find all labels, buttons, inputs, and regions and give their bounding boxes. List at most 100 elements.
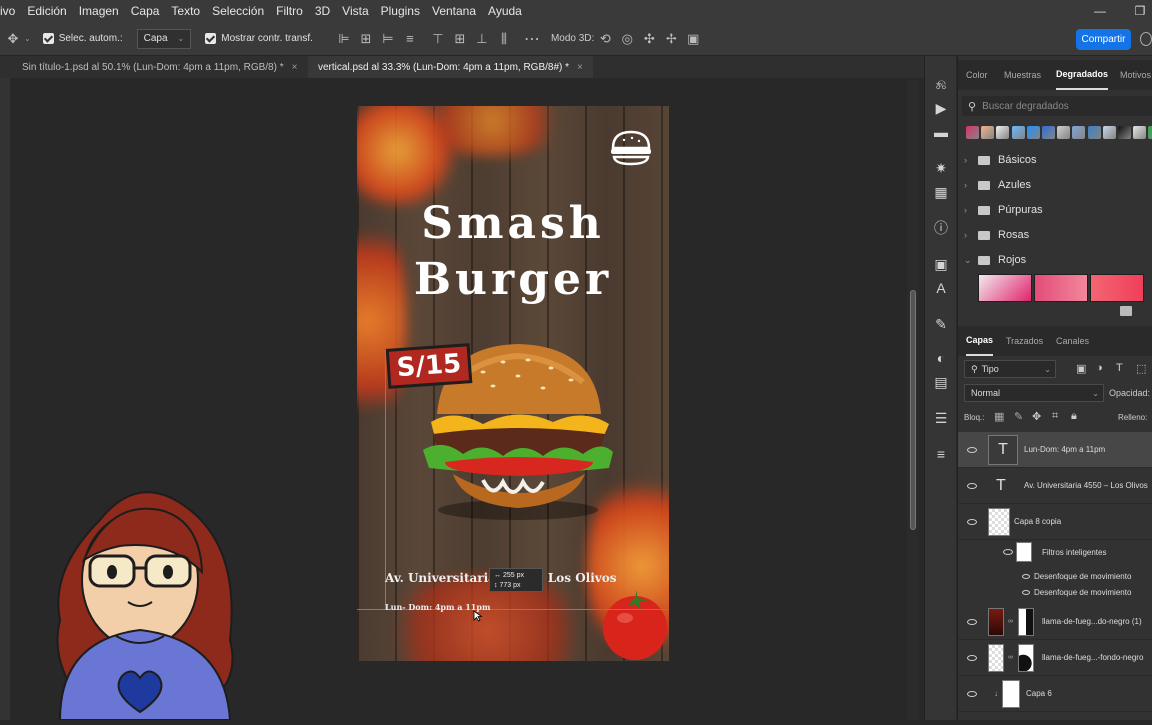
show-transform-checkbox[interactable] bbox=[205, 33, 217, 44]
layer-row-capa6[interactable]: ↓ Capa 6 bbox=[958, 676, 1152, 712]
distribute-icon[interactable]: ≡ bbox=[399, 28, 421, 50]
layer-row-llama-2[interactable]: ∞ llama-de-fueg...-fondo-negro bbox=[958, 640, 1152, 676]
visibility-eye-icon[interactable] bbox=[967, 690, 977, 697]
menu-image[interactable]: Imagen bbox=[73, 4, 125, 18]
menu-type[interactable]: Texto bbox=[165, 4, 206, 18]
visibility-eye-icon[interactable] bbox=[1003, 549, 1013, 555]
gradient-swatch[interactable] bbox=[1148, 126, 1152, 139]
gradient-swatch[interactable] bbox=[1026, 126, 1040, 139]
filter-image-icon[interactable]: ▣ bbox=[1076, 362, 1086, 375]
gradient-swatch[interactable] bbox=[1011, 126, 1025, 139]
clone-source-icon[interactable]: ▦ bbox=[931, 182, 951, 202]
gradient-folder-rosas[interactable]: › Rosas bbox=[964, 225, 1149, 245]
info-icon[interactable]: ⓘ bbox=[931, 218, 951, 238]
properties-icon[interactable]: ▣ bbox=[931, 254, 951, 274]
align-left-icon[interactable]: ⊫ bbox=[333, 28, 355, 50]
share-button[interactable]: Compartir bbox=[1076, 29, 1131, 50]
lock-position-icon[interactable]: ✥ bbox=[1032, 410, 1041, 423]
tool-preset-chevron-icon[interactable]: ⌄ bbox=[24, 34, 31, 43]
gradient-swatch[interactable] bbox=[981, 126, 995, 139]
gradient-folder-purpuras[interactable]: › Púrpuras bbox=[964, 200, 1149, 220]
gradient-tile[interactable] bbox=[1034, 274, 1088, 302]
visibility-eye-icon[interactable] bbox=[967, 518, 977, 525]
visibility-eye-icon[interactable] bbox=[967, 618, 977, 625]
lock-all-icon[interactable]: 🔒︎ bbox=[1071, 410, 1077, 423]
3d-pan-icon[interactable]: ✣ bbox=[638, 28, 660, 50]
move-tool-icon[interactable]: ✥ bbox=[2, 28, 24, 50]
visibility-eye-icon[interactable] bbox=[967, 654, 977, 661]
more-options-icon[interactable]: ⋯ bbox=[521, 28, 543, 50]
gradient-swatch[interactable] bbox=[1057, 126, 1071, 139]
character-icon[interactable]: A bbox=[931, 278, 951, 298]
blend-mode-dropdown[interactable]: Normal ⌄ bbox=[964, 384, 1104, 402]
tab-vertical[interactable]: vertical.psd al 33.3% (Lun-Dom: 4pm a 11… bbox=[308, 56, 593, 78]
align-bottom-icon[interactable]: ⊥ bbox=[471, 28, 493, 50]
gradient-tile[interactable] bbox=[1090, 274, 1144, 302]
3d-camera-icon[interactable]: ▣ bbox=[682, 28, 704, 50]
align-right-icon[interactable]: ⊨ bbox=[377, 28, 399, 50]
gradient-swatch[interactable] bbox=[1042, 126, 1055, 139]
filter-motion-blur-2[interactable]: Desenfoque de movimiento bbox=[1022, 588, 1131, 597]
3d-orbit-icon[interactable]: ⟲ bbox=[594, 28, 616, 50]
gradient-folder-azules[interactable]: › Azules bbox=[964, 175, 1149, 195]
layer-row-llama-1[interactable]: ∞ llama-de-fueg...do-negro (1) bbox=[958, 604, 1152, 640]
smart-filters-row[interactable]: Filtros inteligentes bbox=[958, 540, 1152, 564]
gradient-swatch[interactable] bbox=[966, 126, 979, 139]
tab-degradados[interactable]: Degradados bbox=[1056, 60, 1109, 90]
new-folder-icon[interactable] bbox=[1120, 306, 1132, 316]
scrollbar-thumb[interactable] bbox=[910, 290, 916, 530]
3d-slide-icon[interactable]: ✢ bbox=[660, 28, 682, 50]
align-middle-icon[interactable]: ⊞ bbox=[449, 28, 471, 50]
tab-motivos[interactable]: Motivos bbox=[1120, 60, 1151, 90]
filter-shape-icon[interactable]: ⬚ bbox=[1136, 362, 1146, 375]
layer-row-address[interactable]: T Av. Universitaria 4550 – Los Olivos bbox=[958, 468, 1152, 504]
align-top-icon[interactable]: ⊤ bbox=[427, 28, 449, 50]
brush-settings-icon[interactable]: ✷ bbox=[931, 158, 951, 178]
tab-canales[interactable]: Canales bbox=[1056, 326, 1089, 356]
auto-select-checkbox[interactable] bbox=[42, 33, 54, 44]
price-tag[interactable]: S/15 bbox=[385, 343, 473, 389]
tools-panel[interactable] bbox=[0, 78, 10, 720]
gradient-swatch[interactable] bbox=[996, 126, 1010, 139]
visibility-eye-icon[interactable] bbox=[967, 446, 977, 453]
menu-help[interactable]: Ayuda bbox=[482, 4, 528, 18]
close-icon[interactable]: × bbox=[577, 62, 583, 73]
tab-color[interactable]: Color bbox=[966, 60, 988, 90]
gradient-swatch[interactable] bbox=[1133, 126, 1147, 139]
play-action-icon[interactable]: ▶ bbox=[931, 98, 951, 118]
menu-layer[interactable]: Capa bbox=[125, 4, 166, 18]
gradient-search-input[interactable]: ⚲ Buscar degradados bbox=[962, 96, 1152, 116]
distribute-v-icon[interactable]: ⫼ bbox=[493, 28, 515, 50]
color-circle-icon[interactable]: ◐ bbox=[931, 348, 951, 368]
comments-icon[interactable]: ▬ bbox=[931, 122, 951, 142]
gradient-swatch[interactable] bbox=[1072, 126, 1086, 139]
menu-window[interactable]: Ventana bbox=[426, 4, 482, 18]
filter-text-icon[interactable]: T bbox=[1116, 362, 1123, 374]
poster-title-line2[interactable]: Burger bbox=[357, 254, 669, 305]
layer-row-hours[interactable]: T Lun-Dom: 4pm a 11pm bbox=[958, 432, 1152, 468]
gradient-swatch[interactable] bbox=[1087, 126, 1101, 139]
layers-sliders-icon[interactable]: ≡ bbox=[931, 444, 951, 464]
paint-brush-icon[interactable]: ✎ bbox=[931, 314, 951, 334]
align-center-h-icon[interactable]: ⊞ bbox=[355, 28, 377, 50]
minimize-icon[interactable]: — bbox=[1082, 0, 1118, 22]
layer-filter-dropdown[interactable]: ⚲ Tipo ⌄ bbox=[964, 360, 1056, 378]
gradient-tile[interactable] bbox=[978, 274, 1032, 302]
auto-select-dropdown[interactable]: Capa ⌄ bbox=[136, 28, 192, 49]
lock-paint-icon[interactable]: ✎ bbox=[1014, 410, 1023, 423]
swatches-icon[interactable]: ▤ bbox=[931, 372, 951, 392]
menu-select[interactable]: Selección bbox=[206, 4, 270, 18]
restore-icon[interactable]: ❐ bbox=[1122, 0, 1152, 22]
menu-plugins[interactable]: Plugins bbox=[375, 4, 426, 18]
tab-sin-titulo[interactable]: Sin título-1.psd al 50.1% (Lun-Dom: 4pm … bbox=[12, 56, 307, 78]
visibility-eye-icon[interactable] bbox=[967, 482, 977, 489]
filter-motion-blur-1[interactable]: Desenfoque de movimiento bbox=[1022, 572, 1131, 581]
close-icon[interactable]: × bbox=[292, 62, 298, 73]
filter-adjustment-icon[interactable]: ◑ bbox=[1096, 362, 1103, 374]
menu-edit[interactable]: Edición bbox=[21, 4, 72, 18]
menu-file[interactable]: ivo bbox=[0, 4, 21, 18]
adjustments-icon[interactable]: ☰ bbox=[931, 408, 951, 428]
poster-canvas[interactable]: Smash Burger S/15 Av. Universitaria 4550… bbox=[357, 106, 669, 661]
menu-3d[interactable]: 3D bbox=[309, 4, 336, 18]
gradient-swatch[interactable] bbox=[1118, 126, 1131, 139]
